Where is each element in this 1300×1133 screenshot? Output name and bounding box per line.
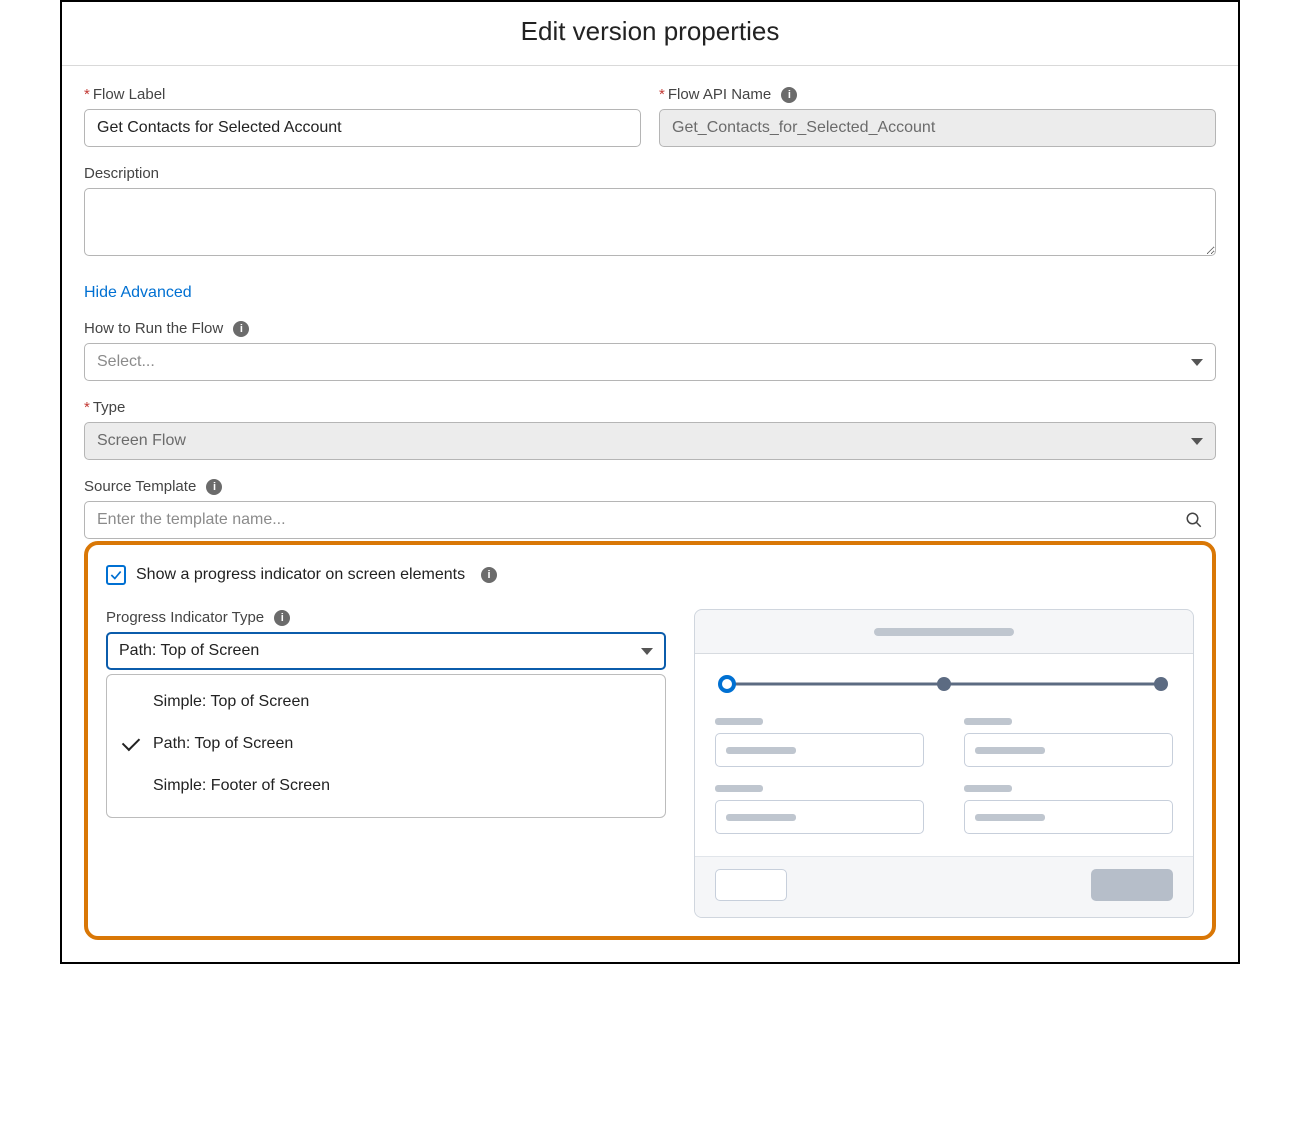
- preview-next-button: [1091, 869, 1173, 901]
- preview-field: [964, 718, 1173, 767]
- search-icon: [1185, 511, 1203, 529]
- description-textarea[interactable]: [84, 188, 1216, 256]
- placeholder-bar: [874, 628, 1014, 636]
- preview-header: [695, 610, 1193, 654]
- preview-footer: [695, 856, 1193, 917]
- preview-step: [1154, 677, 1168, 691]
- preview-field: [715, 718, 924, 767]
- info-icon[interactable]: i: [274, 610, 290, 626]
- modal-content: Flow Label Flow API Name i Description H…: [62, 66, 1238, 962]
- hide-advanced-link[interactable]: Hide Advanced: [84, 284, 192, 302]
- source-template-lookup[interactable]: Enter the template name...: [84, 501, 1216, 539]
- flow-api-name-input: [659, 109, 1216, 147]
- preview-field: [715, 785, 924, 834]
- modal-title: Edit version properties: [62, 16, 1238, 47]
- info-icon[interactable]: i: [481, 567, 497, 583]
- preview-step-current: [718, 675, 736, 693]
- edit-version-properties-modal: Edit version properties Flow Label Flow …: [60, 0, 1240, 964]
- progress-preview: [694, 609, 1194, 918]
- flow-label-input[interactable]: [84, 109, 641, 147]
- show-progress-checkbox[interactable]: [106, 565, 126, 585]
- preview-body: [695, 654, 1193, 856]
- dropdown-option-path-top[interactable]: Path: Top of Screen: [107, 723, 665, 765]
- dropdown-option-simple-footer[interactable]: Simple: Footer of Screen: [107, 765, 665, 807]
- type-select: Screen Flow: [84, 422, 1216, 460]
- how-to-run-select[interactable]: Select...: [84, 343, 1216, 381]
- chevron-down-icon: [641, 648, 653, 655]
- chevron-down-icon: [1191, 359, 1203, 366]
- preview-field: [964, 785, 1173, 834]
- type-label: Type: [84, 399, 1216, 416]
- progress-indicator-section: Show a progress indicator on screen elem…: [84, 541, 1216, 940]
- show-progress-label: Show a progress indicator on screen elem…: [136, 566, 465, 584]
- source-template-label: Source Template i: [84, 478, 1216, 495]
- progress-type-dropdown: Simple: Top of Screen Path: Top of Scree…: [106, 674, 666, 818]
- how-to-run-label: How to Run the Flow i: [84, 320, 1216, 337]
- flow-label-label: Flow Label: [84, 86, 641, 103]
- info-icon[interactable]: i: [206, 479, 222, 495]
- flow-api-name-label: Flow API Name i: [659, 86, 1216, 103]
- modal-header: Edit version properties: [62, 2, 1238, 66]
- preview-path-indicator: [715, 672, 1173, 696]
- progress-type-select[interactable]: Path: Top of Screen: [106, 632, 666, 670]
- preview-back-button: [715, 869, 787, 901]
- info-icon[interactable]: i: [781, 87, 797, 103]
- description-label: Description: [84, 165, 1216, 182]
- preview-step: [937, 677, 951, 691]
- chevron-down-icon: [1191, 438, 1203, 445]
- info-icon[interactable]: i: [233, 321, 249, 337]
- dropdown-option-simple-top[interactable]: Simple: Top of Screen: [107, 681, 665, 723]
- progress-type-label: Progress Indicator Type i: [106, 609, 666, 626]
